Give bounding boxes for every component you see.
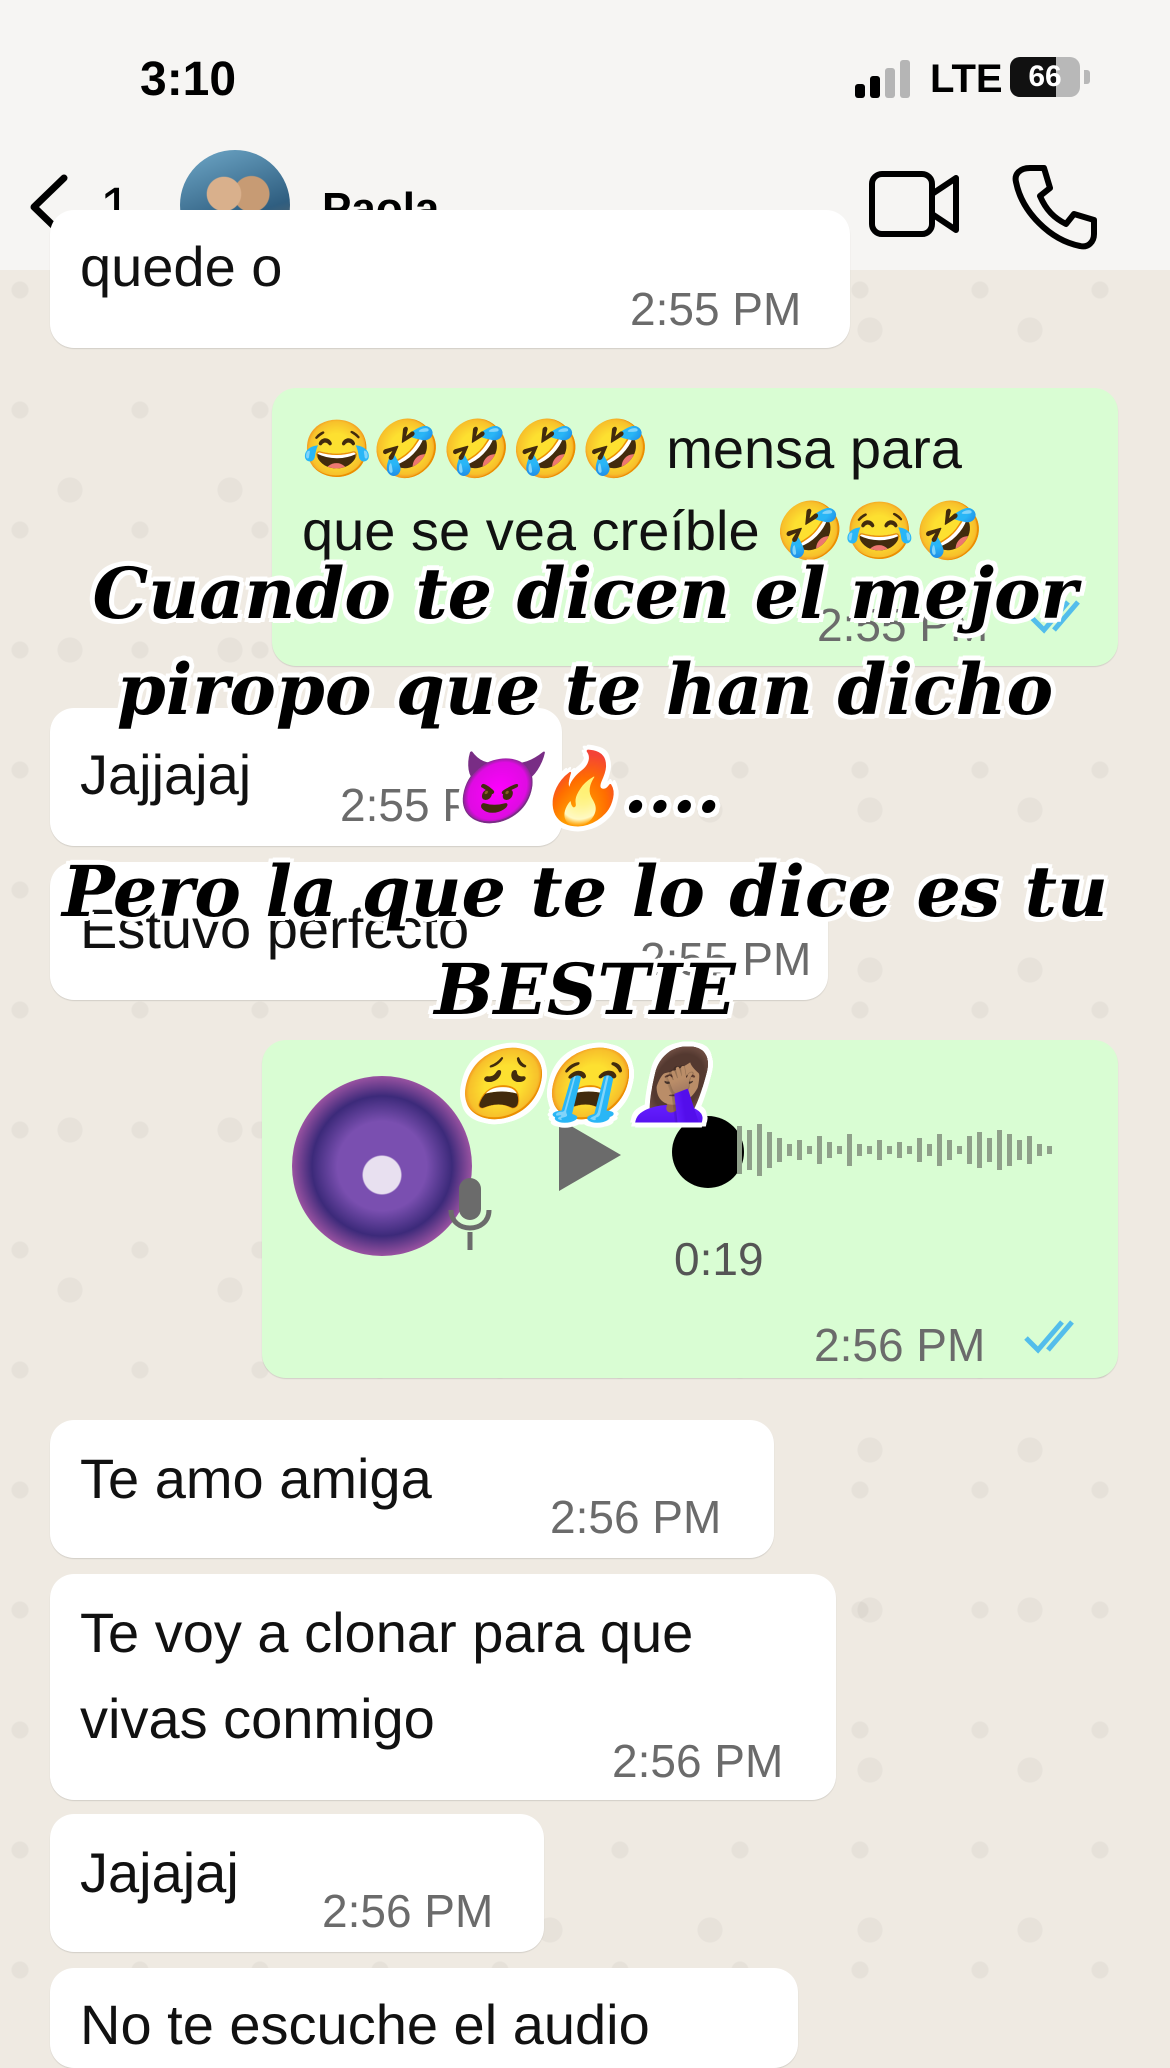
caption-line-5: BESTIE (434, 948, 736, 1031)
read-receipt-icon (1024, 1320, 1074, 1354)
message-text: quede o (80, 235, 283, 298)
battery-percent: 66 (1028, 60, 1062, 93)
message-incoming[interactable]: Te voy a clonar para que vivas conmigo 2… (50, 1574, 836, 1800)
message-incoming[interactable]: Te amo amiga 2:56 PM (50, 1420, 774, 1558)
message-time: 2:56 PM (550, 1491, 722, 1543)
signal-icon (855, 58, 915, 98)
network-label: LTE (930, 57, 1003, 101)
phone-call-icon[interactable] (1010, 162, 1100, 252)
message-incoming[interactable]: quede o 2:55 PM (50, 210, 850, 348)
message-text: Te amo amiga (80, 1447, 432, 1510)
play-icon[interactable] (555, 1115, 625, 1195)
caption-line-1: Cuando te dicen el mejor (92, 552, 1078, 635)
message-time: 2:55 PM (630, 283, 802, 335)
audio-waveform[interactable] (735, 1120, 1065, 1180)
message-text: Jajajaj (80, 1841, 239, 1904)
microphone-icon (448, 1178, 492, 1250)
video-call-icon[interactable] (868, 168, 960, 240)
battery-tip (1084, 70, 1090, 84)
caption-line-3: 😈🔥.... (449, 746, 721, 829)
message-text-line2: vivas conmigo (80, 1687, 435, 1750)
status-bar: 3:10 LTE 66 (0, 0, 1170, 140)
battery-icon: 66 (1010, 57, 1080, 97)
clock: 3:10 (140, 53, 237, 106)
message-time: 2:56 PM (814, 1319, 986, 1371)
voice-duration: 0:19 (674, 1233, 764, 1285)
message-text: No te escuche el audio (80, 1993, 650, 2056)
audio-scrubber[interactable] (672, 1116, 744, 1188)
caption-line-6: 😩😭🤦🏽‍♀️ (454, 1042, 716, 1125)
message-time: 2:56 PM (612, 1735, 784, 1787)
message-text-line1: 😂🤣🤣🤣🤣 mensa para (302, 417, 962, 480)
caption-line-4: Pero la que te lo dice es tu (62, 850, 1108, 933)
message-incoming[interactable]: No te escuche el audio (50, 1968, 798, 2068)
message-time: 2:56 PM (322, 1885, 494, 1937)
message-text-line1: Te voy a clonar para que (80, 1601, 694, 1664)
caption-line-2: piropo que te han dicho (116, 648, 1054, 731)
message-incoming[interactable]: Jajajaj 2:56 PM (50, 1814, 544, 1952)
